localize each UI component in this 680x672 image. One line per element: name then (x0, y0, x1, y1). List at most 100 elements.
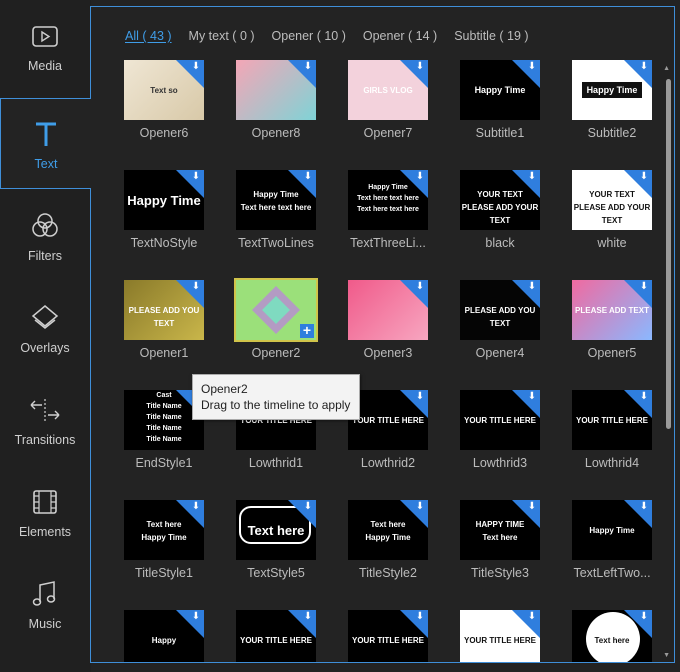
download-icon[interactable]: ⬇ (190, 171, 202, 183)
tab-opener-14[interactable]: Opener ( 14 ) (363, 29, 437, 43)
template-tile[interactable]: PLEASE ADD TEXT ⬇ (572, 280, 652, 340)
template-tile[interactable]: Happy Time Text here text here ⬇ (236, 170, 316, 230)
download-icon[interactable]: ⬇ (526, 61, 538, 73)
template-tile[interactable]: Text here Happy Time ⬇ (124, 500, 204, 560)
tile-caption: Lowthrid4 (584, 456, 640, 470)
template-tile[interactable]: Text so ⬇ (124, 60, 204, 120)
template-tile[interactable]: ⬇ (348, 280, 428, 340)
download-icon[interactable]: ⬇ (638, 611, 650, 623)
sidebar-item-transitions[interactable]: Transitions (0, 374, 90, 465)
template-tile[interactable]: Happy Time ⬇ (572, 500, 652, 560)
download-icon[interactable]: ⬇ (526, 501, 538, 513)
tab-opener-10[interactable]: Opener ( 10 ) (272, 29, 346, 43)
download-icon[interactable]: ⬇ (302, 501, 314, 513)
tab-my-text[interactable]: My text ( 0 ) (189, 29, 255, 43)
music-icon (32, 580, 56, 606)
sidebar-item-media[interactable]: Media (0, 0, 90, 91)
category-tabs: All ( 43 ) My text ( 0 ) Opener ( 10 ) O… (125, 29, 529, 43)
overlays-icon (31, 304, 59, 329)
template-tile[interactable]: HAPPY TIME Text here ⬇ (460, 500, 540, 560)
template-tile[interactable]: PLEASE ADD YOU TEXT ⬇ (460, 280, 540, 340)
download-icon[interactable]: ⬇ (302, 61, 314, 73)
template-tile[interactable]: PLEASE ADD YOU TEXT ⬇ (124, 280, 204, 340)
download-icon[interactable]: ⬇ (302, 611, 314, 623)
download-icon[interactable]: ⬇ (190, 61, 202, 73)
download-icon[interactable]: ⬇ (526, 391, 538, 403)
tab-all[interactable]: All ( 43 ) (125, 29, 172, 43)
scroll-down-arrow-icon[interactable]: ▼ (663, 652, 670, 659)
download-icon[interactable]: ⬇ (638, 281, 650, 293)
scroll-up-arrow-icon[interactable]: ▲ (663, 65, 670, 72)
download-icon[interactable]: ⬇ (302, 171, 314, 183)
download-icon[interactable]: ⬇ (414, 611, 426, 623)
filters-icon (32, 212, 58, 237)
download-icon[interactable]: ⬇ (638, 501, 650, 513)
template-tile[interactable]: YOUR TITLE HERE⬇ (460, 610, 540, 662)
template-tile[interactable]: ⬇ (236, 60, 316, 120)
sidebar-item-label: Media (27, 58, 63, 73)
tile-caption: Subtitle2 (587, 126, 637, 140)
template-tile[interactable]: Happy Time ⬇ (460, 60, 540, 120)
template-tile[interactable]: Happy ⬇ (124, 610, 204, 662)
download-icon[interactable]: ⬇ (190, 281, 202, 293)
scrollbar-thumb[interactable] (666, 79, 671, 429)
template-tile[interactable]: GIRLS VLOG ⬇ (348, 60, 428, 120)
tile-caption: TitleStyle3 (471, 566, 529, 580)
download-icon[interactable]: ⬇ (638, 391, 650, 403)
sidebar-item-overlays[interactable]: Overlays (0, 282, 90, 373)
download-icon[interactable]: ⬇ (190, 501, 202, 513)
tile-caption: black (485, 236, 515, 250)
tab-subtitle[interactable]: Subtitle ( 19 ) (454, 29, 528, 43)
download-icon[interactable]: ⬇ (526, 171, 538, 183)
template-tile[interactable]: Text here Happy Time ⬇ (348, 500, 428, 560)
tile-caption: TextTwoLines (238, 236, 314, 250)
template-tile[interactable]: Happy Time ⬇ (124, 170, 204, 230)
download-icon[interactable]: ⬇ (526, 611, 538, 623)
template-tile[interactable]: Happy Time ⬇ (572, 60, 652, 120)
sidebar-item-label: Elements (18, 524, 72, 539)
tooltip-title: Opener2 (201, 382, 248, 396)
tile-caption: EndStyle1 (135, 456, 193, 470)
download-icon[interactable]: ⬇ (414, 281, 426, 293)
sidebar-item-text[interactable]: Text (0, 98, 91, 189)
sidebar-item-label: Transitions (14, 432, 76, 447)
tile-caption: Opener8 (251, 126, 301, 140)
template-tile[interactable]: Text here ⬇ (572, 610, 652, 662)
sidebar-item-label: Music (28, 616, 62, 631)
tile-caption: Subtitle1 (475, 126, 525, 140)
download-icon[interactable]: ⬇ (414, 391, 426, 403)
tile-caption: Opener1 (139, 346, 189, 360)
download-icon[interactable]: ⬇ (190, 611, 202, 623)
sidebar-item-elements[interactable]: Elements (0, 466, 90, 557)
tooltip-body: Drag to the timeline to apply (201, 398, 351, 412)
template-tile[interactable]: Happy Time Text here text here Text here… (348, 170, 428, 230)
add-icon[interactable]: + (300, 323, 314, 338)
sidebar-item-filters[interactable]: Filters (0, 190, 90, 281)
template-tile[interactable]: YOUR TEXT PLEASE ADD YOUR TEXT ⬇ (572, 170, 652, 230)
text-library-panel: All ( 43 ) My text ( 0 ) Opener ( 10 ) O… (90, 6, 675, 663)
template-tile[interactable]: YOUR TITLE HERE⬇ (572, 390, 652, 450)
elements-icon (33, 489, 57, 514)
template-tile[interactable]: Text here ⬇ (236, 500, 316, 560)
text-icon (36, 122, 56, 146)
template-tile[interactable]: YOUR TEXT PLEASE ADD YOUR TEXT ⬇ (460, 170, 540, 230)
tile-caption: TitleStyle1 (135, 566, 193, 580)
transitions-icon (30, 398, 60, 421)
template-tile[interactable]: + (234, 278, 318, 342)
sidebar-item-music[interactable]: Music (0, 558, 90, 649)
template-tile[interactable]: YOUR TITLE HERE⬇ (348, 390, 428, 450)
download-icon[interactable]: ⬇ (638, 171, 650, 183)
tile-caption: TitleStyle2 (359, 566, 417, 580)
template-tile[interactable]: YOUR TITLE HERE⬇ (236, 610, 316, 662)
tooltip: Opener2 Drag to the timeline to apply (192, 374, 360, 420)
download-icon[interactable]: ⬇ (526, 281, 538, 293)
template-tile[interactable]: YOUR TITLE HERE⬇ (460, 390, 540, 450)
download-icon[interactable]: ⬇ (414, 61, 426, 73)
download-icon[interactable]: ⬇ (638, 61, 650, 73)
tile-caption: TextThreeLi... (350, 236, 426, 250)
download-icon[interactable]: ⬇ (414, 501, 426, 513)
sidebar: Media Text Filters Overlays Transitions (0, 0, 91, 672)
template-tile[interactable]: YOUR TITLE HERE⬇ (348, 610, 428, 662)
download-icon[interactable]: ⬇ (414, 171, 426, 183)
tile-caption: Opener6 (139, 126, 189, 140)
